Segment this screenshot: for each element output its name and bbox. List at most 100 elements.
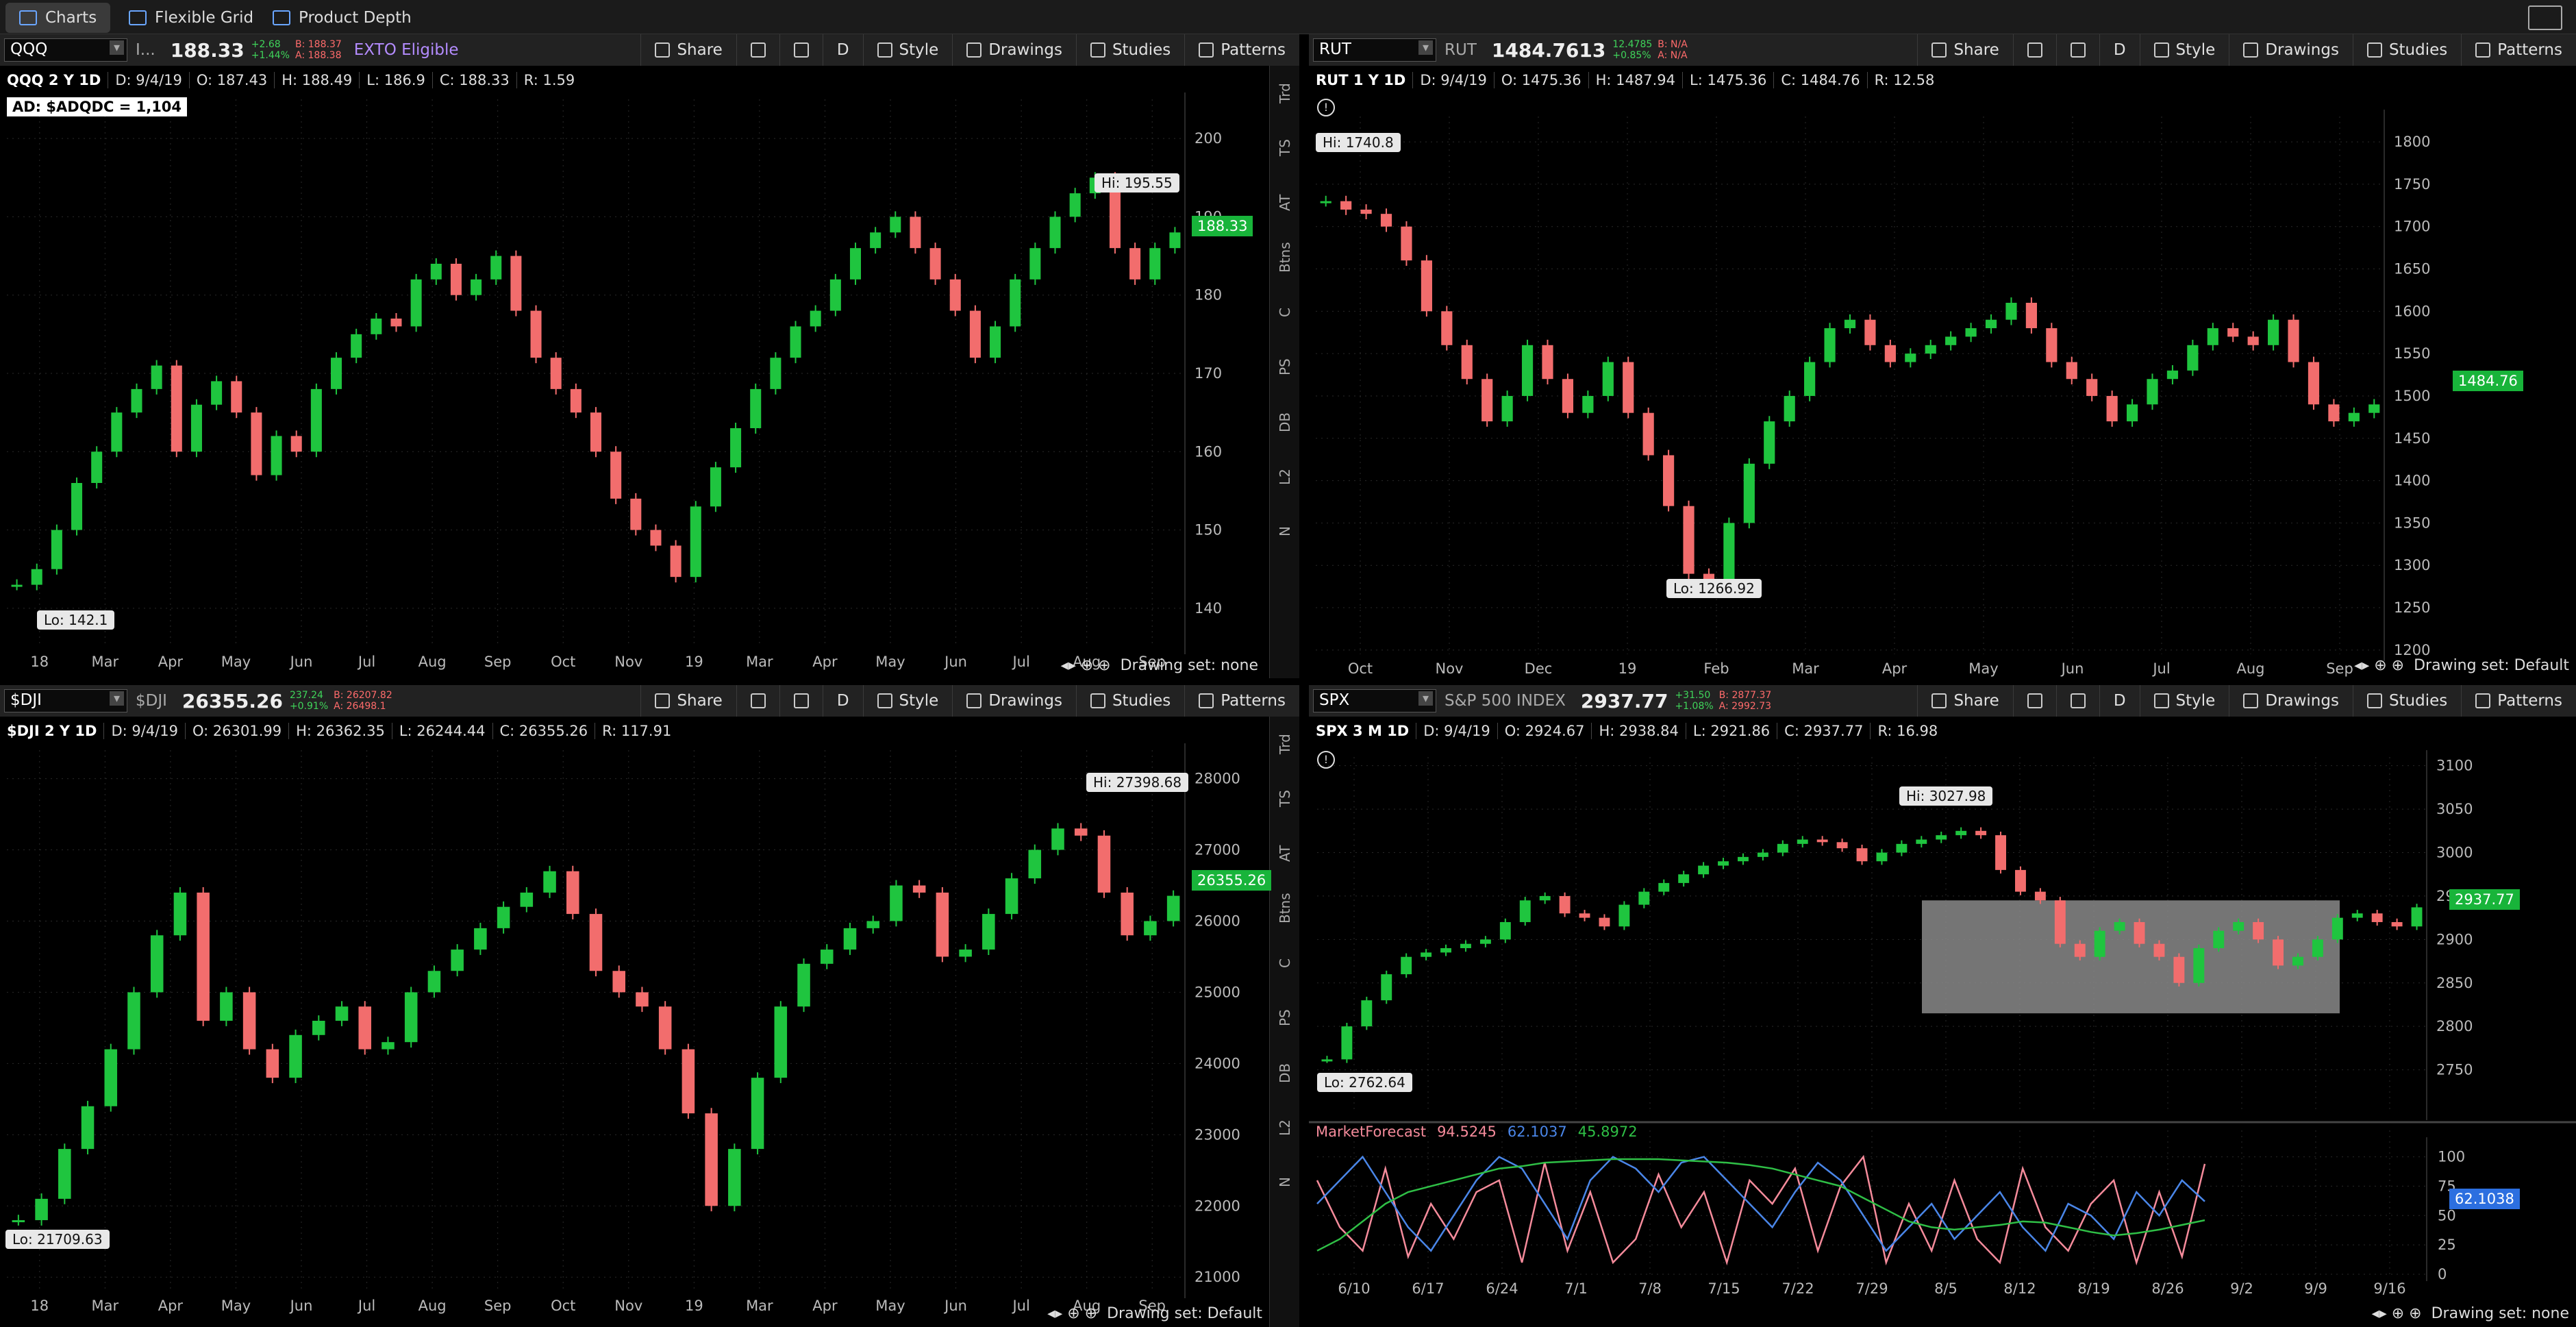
x-tick-label: 19: [685, 1298, 703, 1314]
y-tick-label: 160: [1195, 443, 1222, 460]
candle: [797, 963, 810, 1007]
y-tick-label: 1300: [2394, 557, 2430, 573]
study-value-3: 45.8972: [1577, 1124, 1638, 1140]
candle: [910, 216, 921, 249]
x-tick-label: Mar: [1792, 660, 1819, 677]
candle: [1169, 232, 1181, 249]
candle: [1166, 895, 1180, 921]
x-tick-label: Aug: [418, 1298, 447, 1314]
y-tick-label: 1700: [2394, 219, 2430, 235]
candle: [1097, 835, 1111, 893]
candle: [843, 928, 857, 950]
chart-icon: [19, 10, 37, 25]
candle: [382, 1042, 395, 1050]
y-tick-label: 170: [1195, 365, 1222, 382]
candle: [1481, 379, 1493, 422]
candle: [111, 412, 123, 452]
candle: [11, 584, 23, 587]
drawing-set-label[interactable]: Drawing set: Default: [1107, 1305, 1262, 1322]
tab-flexible-grid[interactable]: Flexible Grid: [115, 3, 267, 33]
candle: [1764, 421, 1775, 464]
candle: [2328, 404, 2340, 422]
tab-product-depth[interactable]: Product Depth: [259, 3, 425, 33]
candle: [450, 264, 462, 295]
candle: [151, 365, 162, 389]
candle: [982, 914, 995, 950]
drawing-set-label[interactable]: Drawing set: none: [2431, 1305, 2569, 1322]
study-line-1: [1316, 1155, 2205, 1252]
y-tick-label: 1350: [2394, 514, 2430, 531]
study-value-2: 62.1037: [1507, 1124, 1567, 1140]
x-tick-label: Jun: [289, 654, 313, 670]
x-tick-label: 19: [685, 654, 703, 670]
candle: [929, 248, 941, 280]
x-tick-label: Mar: [92, 1298, 119, 1314]
x-tick-label: 7/8: [1638, 1280, 1662, 1297]
tab-label: Flexible Grid: [155, 9, 254, 27]
pan-arrows-icon[interactable]: ◂▸ ⊕ ⊕: [1061, 657, 1111, 674]
candle: [390, 319, 402, 327]
y-tick-label: 200: [1195, 130, 1222, 147]
tab-charts[interactable]: Charts: [5, 3, 111, 33]
candle: [590, 412, 602, 452]
pan-arrows-icon[interactable]: ◂▸ ⊕ ⊕: [1047, 1305, 1097, 1322]
candle: [750, 388, 762, 428]
drawing-set-label[interactable]: Drawing set: none: [1121, 657, 1258, 674]
candle: [890, 216, 901, 233]
x-tick-label: May: [875, 1298, 905, 1314]
drawing-set-label[interactable]: Drawing set: Default: [2414, 657, 2569, 674]
y-tick-label: 0: [2438, 1266, 2447, 1282]
candle: [404, 992, 418, 1043]
candle: [1844, 319, 1856, 329]
chart-plot-1[interactable]: 1200125013001350140014501500155016001650…: [1309, 34, 2576, 678]
candle: [969, 310, 981, 358]
candle: [58, 1149, 71, 1199]
x-tick-label: Mar: [746, 654, 773, 670]
y-tick-label: 1500: [2394, 388, 2430, 404]
x-tick-label: Nov: [1436, 660, 1464, 677]
candle: [570, 388, 582, 413]
candle: [1441, 311, 1453, 345]
layout-grid-icon[interactable]: [2528, 5, 2562, 30]
x-tick-label: 8/19: [2077, 1280, 2110, 1297]
candle: [866, 921, 879, 928]
info-icon[interactable]: !: [1317, 99, 1335, 116]
candle: [610, 451, 622, 499]
x-tick-label: Sep: [2326, 660, 2353, 677]
candle: [451, 950, 464, 971]
candle: [2187, 345, 2199, 371]
candle: [81, 1106, 95, 1150]
candle: [1864, 319, 1876, 345]
candle: [251, 412, 262, 475]
candle: [1804, 362, 1816, 396]
candle: [410, 279, 422, 327]
candle: [331, 358, 342, 389]
candle: [1461, 345, 1473, 380]
candle: [335, 1006, 349, 1021]
candle: [1010, 279, 1021, 327]
grid-icon: [129, 10, 147, 25]
marketforecast-study[interactable]: 02550751006/10 6/17 6/24 7/1 7/8 7/15 7/22 7/29…: [1309, 685, 2576, 1327]
x-tick-label: 8/26: [2151, 1280, 2184, 1297]
candle: [1743, 463, 1755, 523]
chart-plot-0[interactable]: 14015016017018019020018MarAprMayJunJulAu…: [0, 34, 1299, 678]
candle: [1501, 395, 1513, 422]
candle: [1582, 395, 1594, 413]
x-tick-label: 18: [30, 1298, 49, 1314]
pan-arrows-icon[interactable]: ◂▸ ⊕ ⊕: [2354, 657, 2404, 674]
candle: [705, 1113, 718, 1206]
x-tick-label: 8/5: [1934, 1280, 1958, 1297]
low-label: Lo: 142.1: [37, 610, 115, 630]
candle: [2348, 412, 2360, 422]
pan-arrows-icon[interactable]: ◂▸ ⊕ ⊕: [2372, 1305, 2422, 1322]
candle: [127, 992, 140, 1050]
study-name: MarketForecast: [1316, 1124, 1427, 1140]
candle: [474, 928, 487, 950]
x-tick-label: Apr: [812, 654, 838, 670]
y-tick-label: 1400: [2394, 473, 2430, 489]
candle: [681, 1049, 695, 1114]
x-tick-label: 6/24: [1486, 1280, 1518, 1297]
x-tick-label: 9/16: [2373, 1280, 2405, 1297]
x-tick-label: Jul: [2151, 660, 2170, 677]
x-tick-label: 8/12: [2003, 1280, 2036, 1297]
